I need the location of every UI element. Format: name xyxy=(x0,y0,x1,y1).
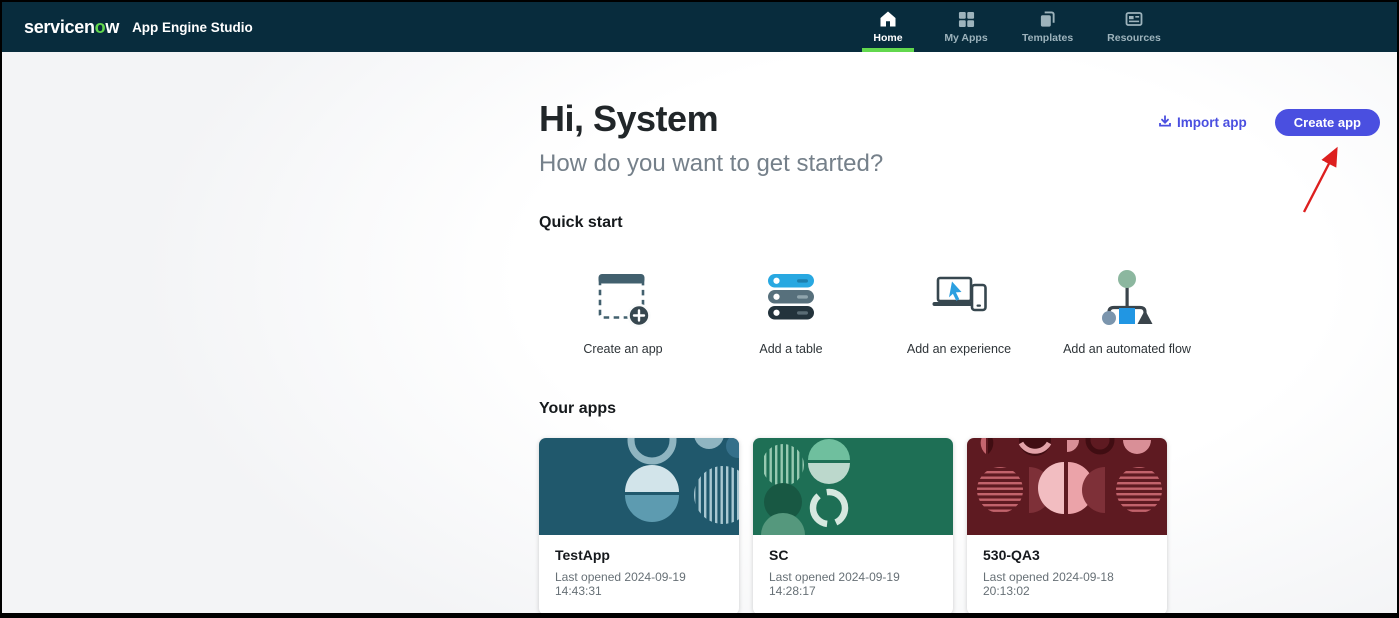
app-card-title: SC xyxy=(769,547,937,563)
book-icon xyxy=(1125,10,1143,28)
quick-start-add-an-experience[interactable]: Add an experience xyxy=(875,266,1043,356)
app-card-530-qa3[interactable]: 530-QA3 Last opened 2024-09-18 20:13:02 xyxy=(967,438,1167,615)
content-column: Hi, System How do you want to get starte… xyxy=(539,52,1397,613)
quick-start-label: Create an app xyxy=(583,342,662,356)
copy-icon xyxy=(1039,10,1056,28)
quick-start-label: Add a table xyxy=(759,342,822,356)
nav-item-home[interactable]: Home xyxy=(862,2,914,52)
quick-start-heading: Quick start xyxy=(539,214,1397,232)
servicenow-logo: servicenow xyxy=(24,17,119,38)
quick-start-label: Add an experience xyxy=(907,342,1011,356)
top-nav-bar: servicenow App Engine Studio Home xyxy=(2,2,1397,52)
your-apps-row: TestApp Last opened 2024-09-19 14:43:31 xyxy=(539,438,1397,615)
nav-label: Templates xyxy=(1022,32,1073,44)
card-info: TestApp Last opened 2024-09-19 14:43:31 xyxy=(539,535,739,615)
quick-start-row: Create an app xyxy=(539,266,1211,356)
experience-icon xyxy=(927,266,991,330)
quick-start-add-a-table[interactable]: Add a table xyxy=(707,266,875,356)
grid-icon xyxy=(958,10,975,28)
quick-start-label: Add an automated flow xyxy=(1063,342,1191,356)
your-apps-heading: Your apps xyxy=(539,400,1397,418)
primary-nav: Home My Apps xyxy=(862,2,1165,52)
nav-item-templates[interactable]: Templates xyxy=(1018,2,1077,52)
app-engine-studio-window: servicenow App Engine Studio Home xyxy=(0,0,1399,618)
card-info: SC Last opened 2024-09-19 14:28:17 xyxy=(753,535,953,615)
quick-start-create-an-app[interactable]: Create an app xyxy=(539,266,707,356)
nav-label: Home xyxy=(873,32,902,44)
main-area: Import app Create app Hi, System How do … xyxy=(2,52,1397,613)
app-card-art-green xyxy=(753,438,953,535)
table-icon xyxy=(759,266,823,330)
app-card-art-teal xyxy=(539,438,739,535)
brand: servicenow App Engine Studio xyxy=(24,2,253,52)
nav-item-resources[interactable]: Resources xyxy=(1103,2,1165,52)
app-card-last-opened: Last opened 2024-09-19 14:43:31 xyxy=(555,570,723,598)
page-title: Hi, System xyxy=(539,98,1397,140)
app-card-sc[interactable]: SC Last opened 2024-09-19 14:28:17 xyxy=(753,438,953,615)
product-title: App Engine Studio xyxy=(132,20,253,35)
app-card-last-opened: Last opened 2024-09-19 14:28:17 xyxy=(769,570,937,598)
nav-label: My Apps xyxy=(944,32,987,44)
nav-label: Resources xyxy=(1107,32,1161,44)
home-icon xyxy=(879,10,897,28)
card-info: 530-QA3 Last opened 2024-09-18 20:13:02 xyxy=(967,535,1167,615)
app-card-title: TestApp xyxy=(555,547,723,563)
flow-icon xyxy=(1095,266,1159,330)
page-subtitle: How do you want to get started? xyxy=(539,150,1397,178)
app-card-art-maroon xyxy=(967,438,1167,535)
app-card-title: 530-QA3 xyxy=(983,547,1151,563)
quick-start-add-an-automated-flow[interactable]: Add an automated flow xyxy=(1043,266,1211,356)
nav-item-my-apps[interactable]: My Apps xyxy=(940,2,992,52)
create-app-icon xyxy=(591,266,655,330)
app-card-testapp[interactable]: TestApp Last opened 2024-09-19 14:43:31 xyxy=(539,438,739,615)
app-card-last-opened: Last opened 2024-09-18 20:13:02 xyxy=(983,570,1151,598)
